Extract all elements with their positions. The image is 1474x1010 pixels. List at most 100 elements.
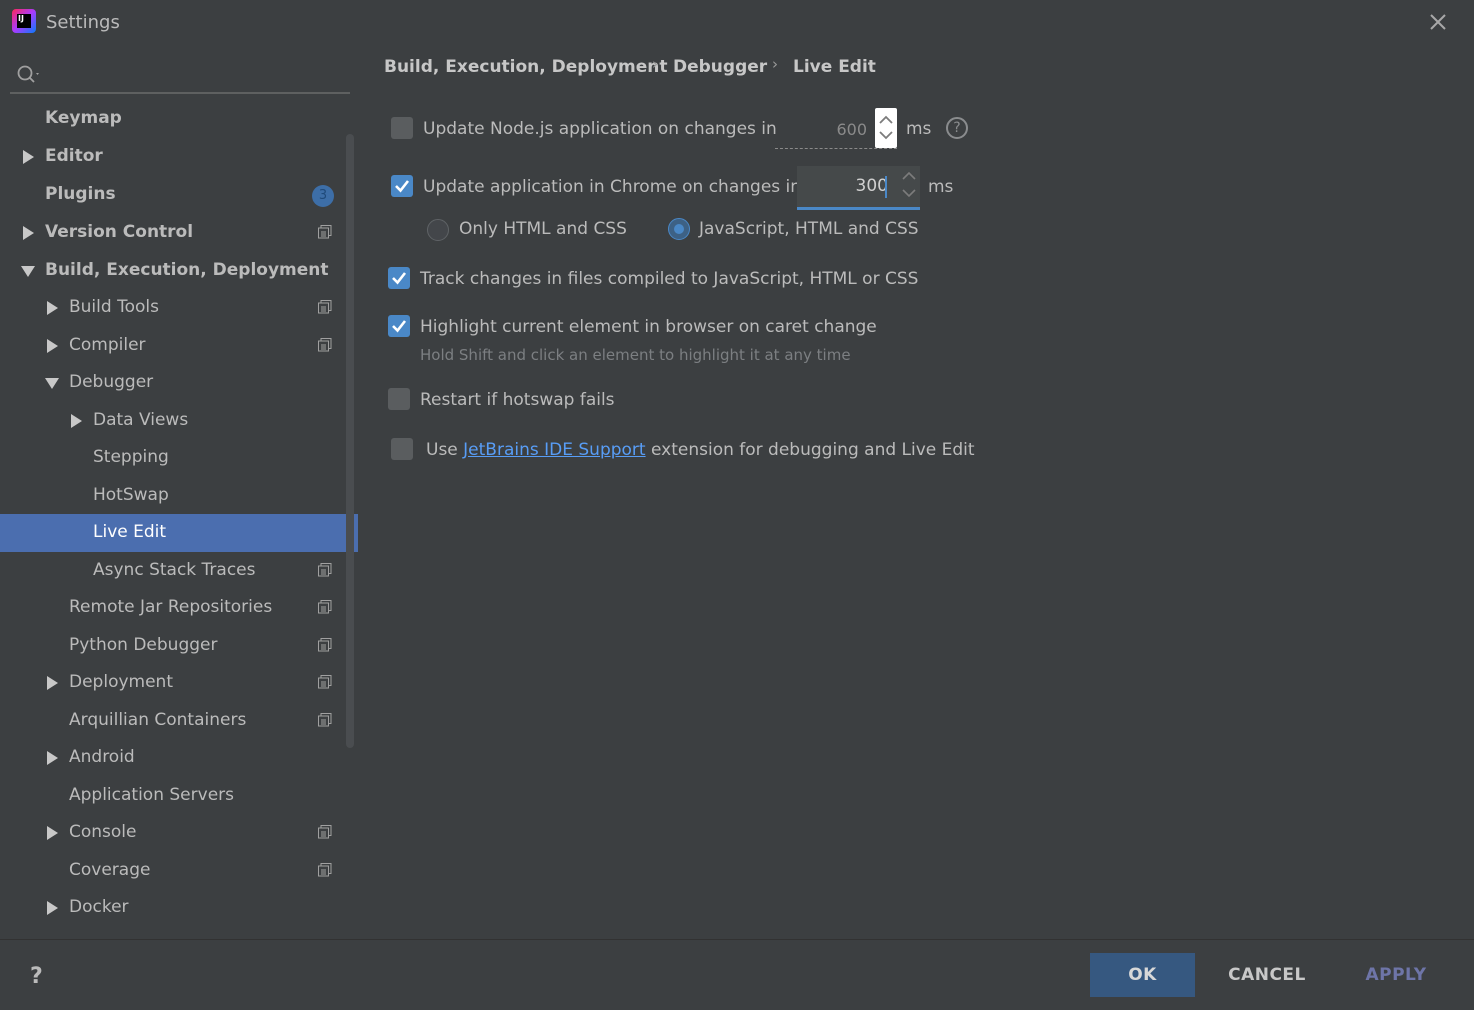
jetbrains-extension-checkbox[interactable]	[391, 438, 413, 460]
sidebar-item-editor[interactable]: Editor	[0, 138, 358, 176]
close-button[interactable]	[1426, 10, 1450, 34]
sidebar-item-arquillian-containers[interactable]: Arquillian Containers	[0, 702, 358, 740]
project-settings-icon	[318, 338, 332, 352]
sidebar-item-label: Stepping	[93, 447, 169, 467]
expand-arrow-icon[interactable]	[47, 901, 58, 915]
sidebar-item-build-execution-deployment[interactable]: Build, Execution, Deployment	[0, 252, 358, 290]
node-update-spinner[interactable]	[875, 108, 897, 148]
sidebar-item-hotswap[interactable]: HotSwap	[0, 477, 358, 515]
sidebar-item-label: Build Tools	[69, 297, 159, 317]
expand-arrow-icon[interactable]	[47, 751, 58, 765]
chrome-update-unit: ms	[928, 177, 954, 197]
sidebar-item-label: Remote Jar Repositories	[69, 597, 273, 617]
sidebar-item-label: Editor	[45, 146, 103, 166]
ok-button[interactable]: OK	[1090, 953, 1195, 997]
project-settings-icon	[318, 638, 332, 652]
project-settings-icon	[318, 675, 332, 689]
project-settings-icon	[318, 563, 332, 577]
checkmark-icon	[392, 320, 407, 333]
sidebar-item-python-debugger[interactable]: Python Debugger	[0, 627, 358, 665]
sidebar-item-label: Coverage	[69, 860, 151, 880]
node-update-delay-field[interactable]: 600	[775, 114, 875, 146]
breadcrumb-separator-icon: ›	[772, 55, 778, 73]
jetbrains-ide-support-link[interactable]: JetBrains IDE Support	[463, 440, 645, 460]
sidebar-item-label: Application Servers	[69, 785, 234, 805]
node-update-checkbox[interactable]	[391, 117, 413, 139]
sidebar-item-label: Async Stack Traces	[93, 560, 256, 580]
project-settings-icon	[318, 300, 332, 314]
sidebar-item-coverage[interactable]: Coverage	[0, 852, 358, 890]
plugins-update-badge: 3	[312, 185, 334, 207]
sidebar-item-label: Plugins	[45, 184, 116, 204]
sidebar-item-label: Live Edit	[93, 522, 167, 542]
expand-arrow-icon[interactable]	[47, 676, 58, 690]
intellij-app-icon: IJ	[12, 9, 36, 33]
collapse-arrow-icon[interactable]	[45, 378, 59, 389]
collapse-arrow-icon[interactable]	[21, 266, 35, 277]
node-update-unit: ms	[906, 119, 932, 139]
sidebar-item-android[interactable]: Android	[0, 739, 358, 777]
search-input[interactable]	[50, 60, 340, 88]
chrome-update-checkbox[interactable]	[391, 175, 413, 197]
sidebar-scrollbar[interactable]	[346, 134, 354, 748]
sidebar-item-label: Debugger	[69, 372, 154, 392]
track-changes-checkbox[interactable]	[388, 267, 410, 289]
sidebar-item-application-servers[interactable]: Application Servers	[0, 777, 358, 815]
sidebar-item-keymap[interactable]: Keymap	[0, 100, 358, 138]
sidebar-item-label: Python Debugger	[69, 635, 218, 655]
help-button[interactable]: ?	[30, 964, 43, 989]
sidebar-item-build-tools[interactable]: Build Tools	[0, 289, 358, 327]
sidebar-item-plugins[interactable]: Plugins 3	[0, 176, 358, 214]
node-update-label: Update Node.js application on changes in	[423, 119, 777, 139]
sidebar-item-label: Build, Execution, Deployment	[45, 260, 329, 280]
chrome-update-spinner[interactable]	[898, 168, 920, 208]
highlight-element-hint: Hold Shift and click an element to highl…	[420, 346, 851, 364]
sidebar-item-live-edit[interactable]: Live Edit	[0, 514, 358, 552]
apply-button[interactable]: APPLY	[1346, 953, 1446, 997]
highlight-element-label: Highlight current element in browser on …	[420, 317, 877, 337]
spinner-arrows-icon	[902, 171, 916, 198]
help-icon[interactable]: ?	[946, 117, 968, 139]
restart-hotswap-checkbox[interactable]	[388, 388, 410, 410]
js-html-css-radio[interactable]	[668, 218, 690, 240]
search-icon[interactable]	[16, 64, 42, 86]
search-box	[10, 56, 350, 94]
expand-arrow-icon[interactable]	[47, 301, 58, 315]
expand-arrow-icon[interactable]	[47, 826, 58, 840]
sidebar-item-console[interactable]: Console	[0, 814, 358, 852]
only-html-css-radio[interactable]	[427, 219, 449, 241]
expand-arrow-icon[interactable]	[71, 414, 82, 428]
settings-sidebar: Keymap Editor Plugins 3 Version Control …	[0, 46, 358, 939]
breadcrumb-item: Debugger	[673, 57, 768, 77]
highlight-element-checkbox[interactable]	[388, 315, 410, 337]
project-settings-icon	[318, 600, 332, 614]
sidebar-item-data-views[interactable]: Data Views	[0, 402, 358, 440]
sidebar-item-version-control[interactable]: Version Control	[0, 214, 358, 252]
expand-arrow-icon[interactable]	[47, 339, 58, 353]
sidebar-item-async-stack-traces[interactable]: Async Stack Traces	[0, 552, 358, 590]
checkmark-icon	[395, 180, 410, 193]
dialog-footer: ? OK CANCEL APPLY	[0, 939, 1474, 1010]
sidebar-item-compiler[interactable]: Compiler	[0, 327, 358, 365]
sidebar-item-label: Compiler	[69, 335, 146, 355]
jetbrains-extension-prefix: Use	[426, 440, 458, 460]
breadcrumb-separator-icon: ›	[652, 55, 658, 73]
chrome-update-delay-value[interactable]: 300	[856, 176, 888, 196]
jetbrains-extension-label: Use JetBrains IDE Support extension for …	[426, 440, 975, 460]
sidebar-item-label: Version Control	[45, 222, 194, 242]
expand-arrow-icon[interactable]	[23, 150, 34, 164]
sidebar-item-stepping[interactable]: Stepping	[0, 439, 358, 477]
cancel-button[interactable]: CANCEL	[1210, 953, 1324, 997]
sidebar-item-docker[interactable]: Docker	[0, 889, 358, 927]
breadcrumb-item: Build, Execution, Deployment	[384, 57, 668, 77]
restart-hotswap-label: Restart if hotswap fails	[420, 390, 615, 410]
sidebar-item-debugger[interactable]: Debugger	[0, 364, 358, 402]
sidebar-item-label: Data Views	[93, 410, 189, 430]
jetbrains-extension-suffix: extension for debugging and Live Edit	[651, 440, 975, 460]
expand-arrow-icon[interactable]	[23, 226, 34, 240]
sidebar-item-label: Keymap	[45, 108, 122, 128]
sidebar-item-remote-jar-repositories[interactable]: Remote Jar Repositories	[0, 589, 358, 627]
sidebar-item-deployment[interactable]: Deployment	[0, 664, 358, 702]
project-settings-icon	[318, 863, 332, 877]
project-settings-icon	[318, 225, 332, 239]
